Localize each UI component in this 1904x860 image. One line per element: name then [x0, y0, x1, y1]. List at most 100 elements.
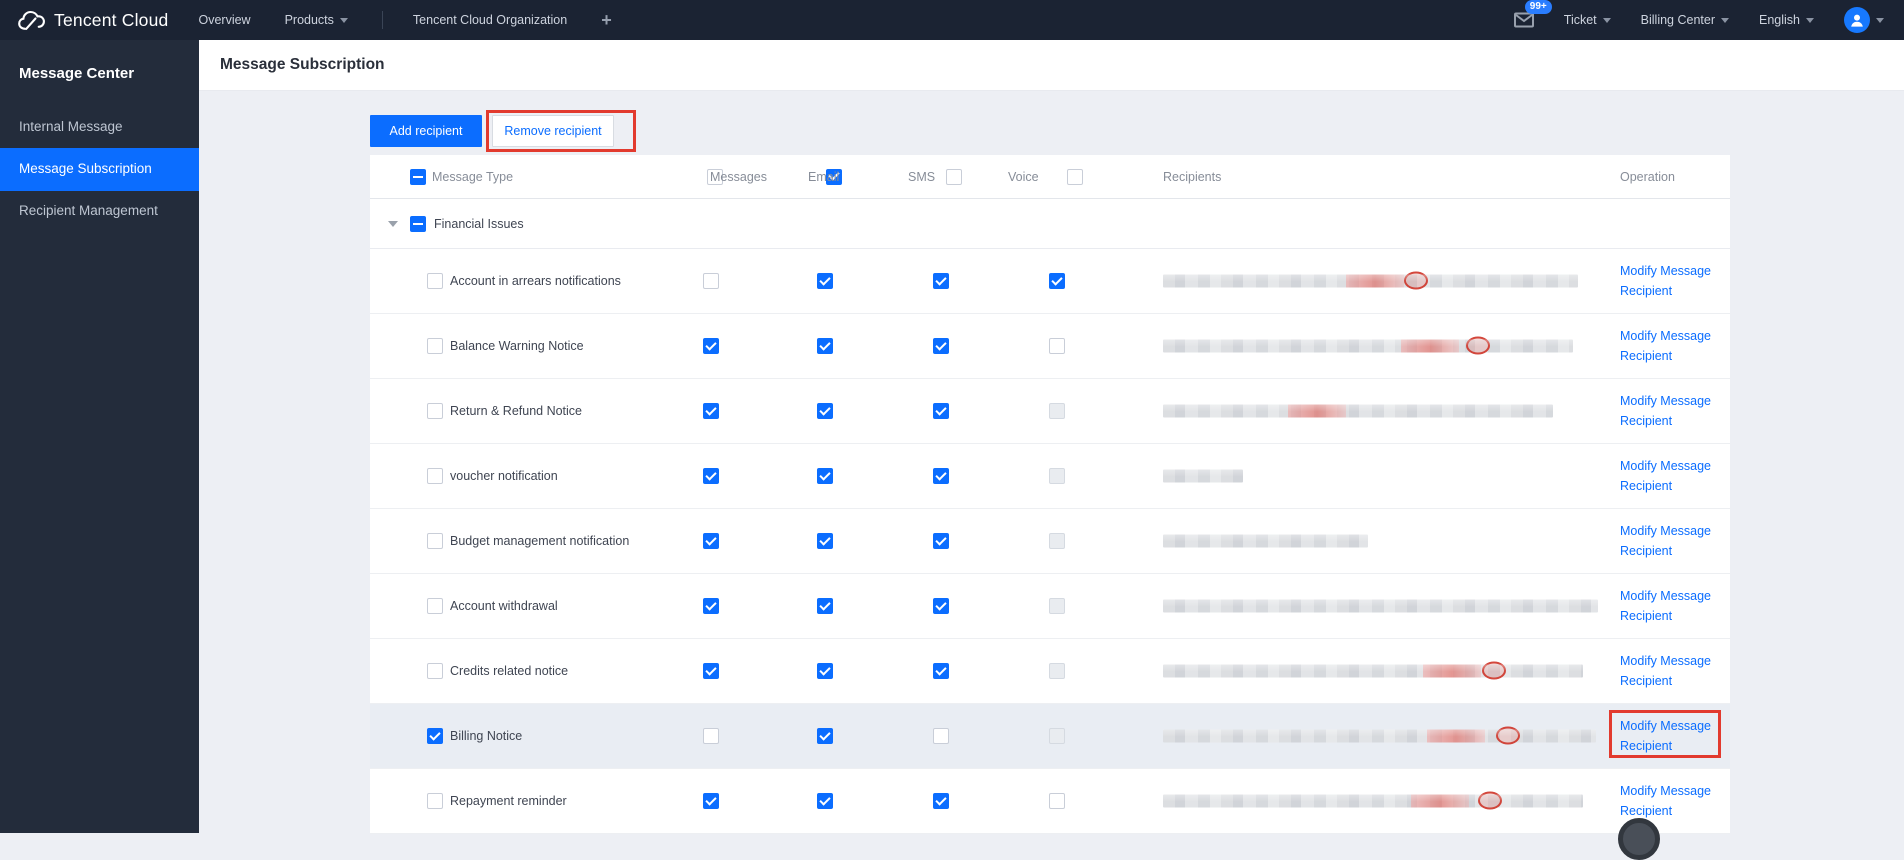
sms-checkbox[interactable]: [933, 403, 949, 419]
collapse-triangle-icon[interactable]: [388, 220, 398, 227]
email-checkbox[interactable]: [817, 663, 833, 679]
messages-checkbox[interactable]: [703, 468, 719, 484]
row-select-checkbox[interactable]: [427, 403, 443, 419]
email-checkbox[interactable]: [817, 338, 833, 354]
email-checkbox[interactable]: [817, 533, 833, 549]
email-checkbox[interactable]: [817, 468, 833, 484]
mail-button[interactable]: 99+: [1513, 0, 1552, 28]
sms-checkbox[interactable]: [933, 663, 949, 679]
column-header-recipients: Recipients: [1163, 169, 1222, 184]
voice-checkbox[interactable]: [1049, 273, 1065, 289]
chat-widget-circle[interactable]: [1618, 818, 1660, 860]
row-label: voucher notification: [450, 469, 558, 483]
mail-icon: [1513, 12, 1534, 28]
voice-checkbox: [1049, 663, 1065, 679]
row-select-checkbox[interactable]: [427, 793, 443, 809]
voice-checkbox[interactable]: [1049, 338, 1065, 354]
messages-checkbox[interactable]: [703, 728, 719, 744]
column-header-operation: Operation: [1620, 169, 1675, 184]
email-checkbox[interactable]: [817, 598, 833, 614]
sms-checkbox[interactable]: [933, 793, 949, 809]
content-area: Add recipient Remove recipient Message T…: [199, 91, 1904, 834]
row-select-checkbox[interactable]: [427, 338, 443, 354]
email-checkbox[interactable]: [817, 793, 833, 809]
chevron-down-icon: [339, 17, 348, 23]
modify-message-recipient-link[interactable]: Modify Message Recipient: [1620, 391, 1726, 431]
nav-item-[interactable]: +: [601, 10, 612, 31]
email-checkbox[interactable]: [817, 728, 833, 744]
main-area: Message Subscription Add recipient Remov…: [199, 40, 1904, 834]
modify-message-recipient-link[interactable]: Modify Message Recipient: [1620, 651, 1726, 691]
recipients-redacted: [1163, 534, 1368, 548]
remove-recipient-button[interactable]: Remove recipient: [492, 115, 614, 147]
row-select-checkbox[interactable]: [427, 598, 443, 614]
add-recipient-button[interactable]: Add recipient: [370, 115, 482, 147]
sms-checkbox[interactable]: [933, 273, 949, 289]
column-header-email: Email: [808, 169, 840, 184]
nav-item-products[interactable]: Products: [285, 13, 348, 27]
modify-message-recipient-link[interactable]: Modify Message Recipient: [1620, 586, 1726, 626]
messages-checkbox[interactable]: [703, 663, 719, 679]
sms-column-checkbox[interactable]: [946, 168, 963, 185]
nav-item-overview[interactable]: Overview: [198, 13, 250, 27]
sms-checkbox[interactable]: [933, 728, 949, 744]
row-label: Return & Refund Notice: [450, 404, 583, 418]
voice-checkbox: [1049, 468, 1065, 484]
topbar-item-billing-center[interactable]: Billing Center: [1641, 13, 1729, 27]
messages-checkbox[interactable]: [703, 533, 719, 549]
tencent-cloud-brand[interactable]: Tencent Cloud: [0, 10, 198, 31]
sms-checkbox[interactable]: [933, 598, 949, 614]
messages-checkbox[interactable]: [703, 793, 719, 809]
modify-message-recipient-link[interactable]: Modify Message Recipient: [1620, 456, 1726, 496]
row-select-checkbox[interactable]: [427, 468, 443, 484]
user-avatar[interactable]: [1844, 7, 1870, 33]
group-checkbox[interactable]: [410, 215, 426, 232]
sidebar-item-internal-message[interactable]: Internal Message: [0, 107, 199, 148]
sidebar-item-message-subscription[interactable]: Message Subscription: [0, 147, 199, 191]
topbar-item-english[interactable]: English: [1759, 13, 1814, 27]
modify-message-recipient-link[interactable]: Modify Message Recipient: [1620, 781, 1726, 821]
table-row-repayment-reminder: Repayment reminder Modify Message Recipie…: [370, 769, 1730, 834]
topbar: Tencent Cloud Overview Products Tencent Cl…: [0, 0, 1904, 40]
redaction-red-mark: [1482, 661, 1507, 680]
modify-message-recipient-link[interactable]: Modify Message Recipient: [1620, 716, 1726, 756]
table-header-row: Message Type Messages Email SMS Voice Re…: [370, 155, 1730, 199]
row-select-checkbox[interactable]: [427, 273, 443, 289]
voice-checkbox: [1049, 598, 1065, 614]
nav-item-tencent-cloud-organization[interactable]: Tencent Cloud Organization: [413, 13, 567, 27]
column-header-sms: SMS: [908, 169, 936, 184]
messages-checkbox[interactable]: [703, 338, 719, 354]
redaction-red-mark: [1400, 339, 1459, 353]
topbar-item-ticket[interactable]: Ticket: [1564, 13, 1611, 27]
sms-checkbox[interactable]: [933, 533, 949, 549]
column-header-voice: Voice: [1008, 169, 1039, 184]
messages-checkbox[interactable]: [703, 598, 719, 614]
table-row-budget-management-notification: Budget management notification Modify Mes…: [370, 509, 1730, 574]
row-label: Billing Notice: [450, 729, 523, 743]
page-header: Message Subscription: [199, 40, 1904, 91]
voice-column-checkbox[interactable]: [1066, 168, 1083, 185]
sidebar-item-recipient-management[interactable]: Recipient Management: [0, 191, 199, 232]
select-all-checkbox[interactable]: [410, 168, 426, 185]
voice-checkbox: [1049, 728, 1065, 744]
email-checkbox[interactable]: [817, 403, 833, 419]
topbar-right-items: Ticket Billing Center English: [1564, 13, 1814, 27]
messages-checkbox[interactable]: [703, 273, 719, 289]
row-label: Budget management notification: [450, 534, 630, 548]
redaction-red-mark: [1466, 336, 1491, 355]
modify-message-recipient-link[interactable]: Modify Message Recipient: [1620, 261, 1726, 301]
modify-message-recipient-link[interactable]: Modify Message Recipient: [1620, 521, 1726, 561]
modify-message-recipient-link[interactable]: Modify Message Recipient: [1620, 326, 1726, 366]
sms-checkbox[interactable]: [933, 338, 949, 354]
redaction-red-mark: [1427, 729, 1486, 743]
sidebar-items: Internal Message Message Subscription Reci…: [0, 107, 199, 232]
redaction-red-mark: [1287, 404, 1346, 418]
mail-badge: 99+: [1524, 0, 1552, 14]
messages-checkbox[interactable]: [703, 403, 719, 419]
voice-checkbox[interactable]: [1049, 793, 1065, 809]
row-select-checkbox[interactable]: [427, 533, 443, 549]
sms-checkbox[interactable]: [933, 468, 949, 484]
row-select-checkbox[interactable]: [427, 728, 443, 744]
email-checkbox[interactable]: [817, 273, 833, 289]
row-select-checkbox[interactable]: [427, 663, 443, 679]
